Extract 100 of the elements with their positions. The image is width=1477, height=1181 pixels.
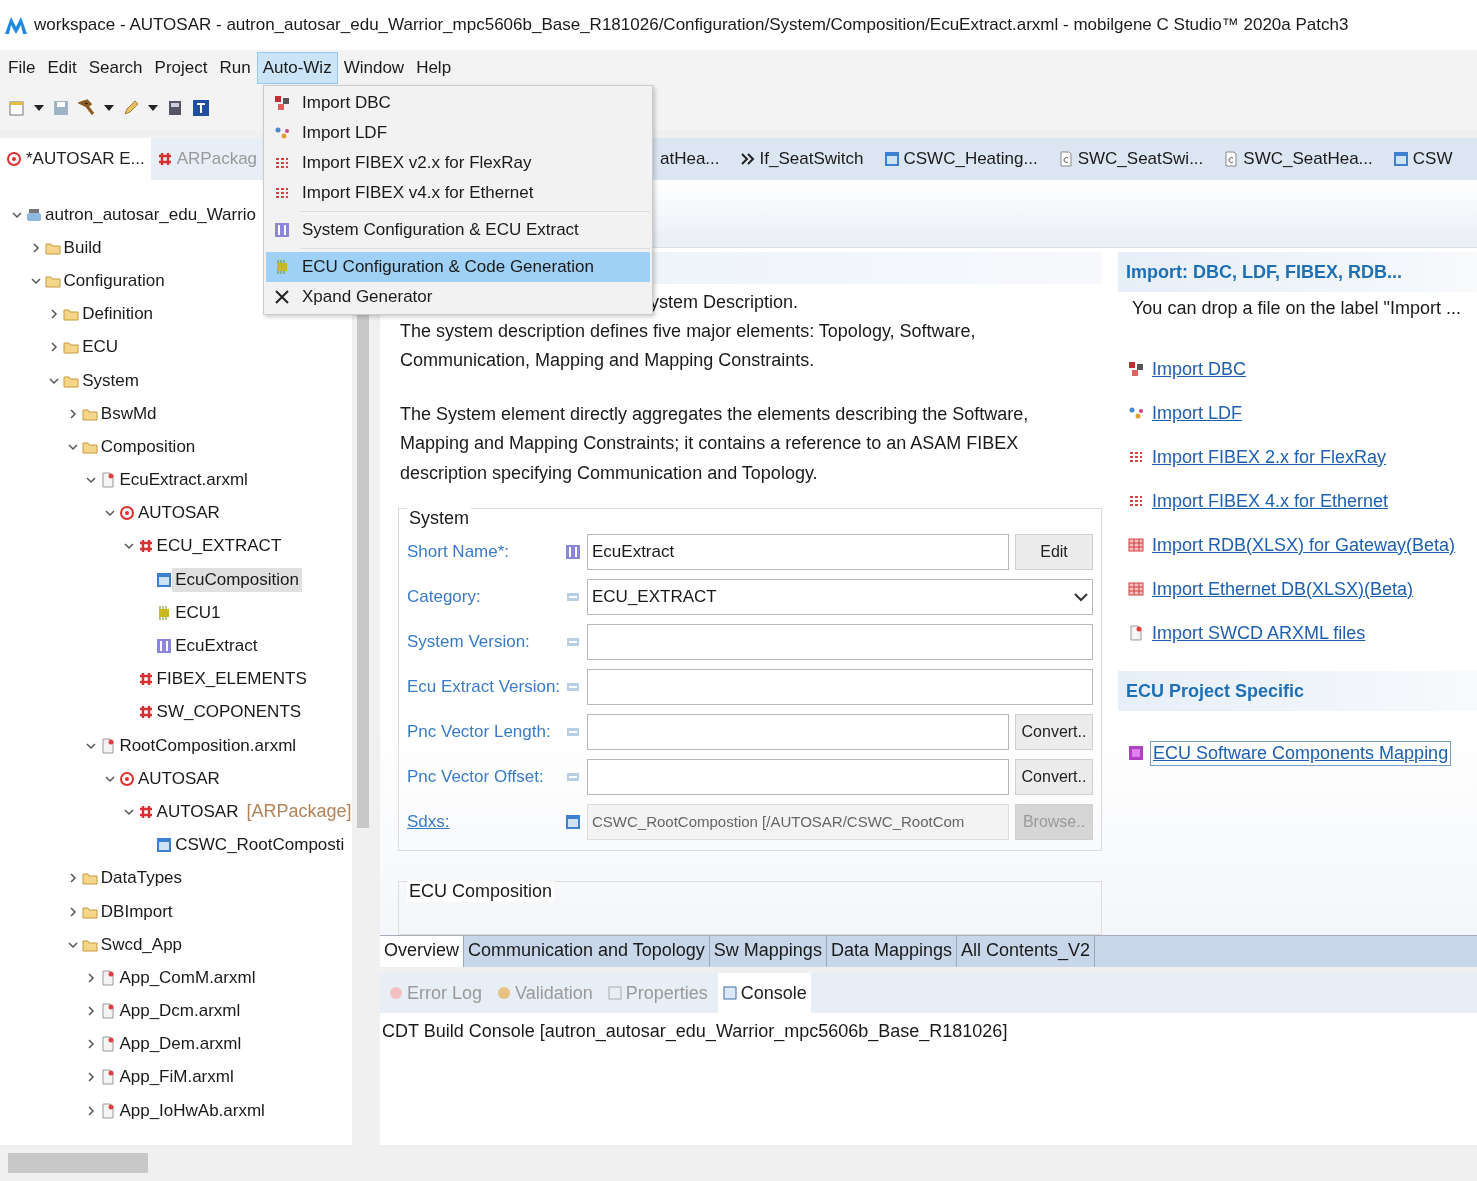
input-field[interactable] — [587, 668, 1093, 705]
tree-item[interactable]: AUTOSAR — [135, 501, 223, 526]
hammer-icon[interactable] — [78, 99, 96, 117]
import-link[interactable]: Import RDB(XLSX) for Gateway(Beta) — [1150, 533, 1458, 557]
properties-icon — [606, 985, 623, 1001]
group-title: ECU Composition — [407, 881, 555, 903]
mapping-link[interactable]: ECU Software Components Mapping — [1150, 740, 1452, 766]
folder-icon — [63, 339, 80, 356]
pencil-icon[interactable] — [122, 99, 140, 117]
terminal-icon[interactable] — [192, 99, 210, 117]
view-tab[interactable]: Console — [717, 973, 811, 1013]
tree-item[interactable]: ECU_EXTRACT — [153, 534, 285, 559]
field-link[interactable]: Sdxs: — [407, 811, 559, 832]
mapping-icon — [1128, 745, 1144, 761]
page-tab[interactable]: Communication and Topology — [464, 936, 710, 967]
table-icon — [1128, 537, 1144, 553]
tree-item[interactable]: BswMd — [97, 401, 160, 426]
tree-item[interactable]: App_ComM.arxml — [116, 965, 259, 990]
menu-item[interactable]: Project — [148, 52, 214, 84]
editor-tab[interactable]: CSWC_Heating... — [883, 149, 1038, 169]
import-link[interactable]: Import FIBEX 4.x for Ethernet — [1150, 489, 1391, 513]
menu-entry[interactable]: ECU Configuration & Code Generation — [266, 252, 650, 282]
tree-item[interactable]: App_Dcm.arxml — [116, 999, 244, 1024]
tree-item[interactable]: autron_autosar_edu_Warrio — [42, 202, 260, 227]
tree-item[interactable]: App_FiM.arxml — [116, 1065, 237, 1090]
menu-item[interactable]: Edit — [41, 52, 83, 84]
tree-item[interactable]: FIBEX_ELEMENTS — [153, 667, 310, 692]
document-icon — [100, 1036, 117, 1053]
page-tab[interactable]: All Contents_V2 — [956, 936, 1096, 967]
editor-tab[interactable]: SWC_SeatHea... — [1223, 149, 1373, 169]
tree-item[interactable]: Definition — [79, 302, 157, 327]
editor-tab[interactable]: atHea... — [660, 149, 720, 169]
system-icon — [274, 222, 290, 238]
component-icon — [1392, 151, 1409, 167]
tree-item[interactable]: System — [79, 368, 142, 393]
field-button[interactable]: Convert.. — [1015, 758, 1093, 795]
document-icon[interactable] — [166, 99, 184, 117]
tree-item[interactable]: SW_COPONENTS — [153, 700, 305, 725]
menu-entry[interactable]: Import FIBEX v2.x for FlexRay — [266, 148, 650, 178]
editor-tab[interactable]: If_SeatSwitch — [739, 149, 864, 169]
tree-item[interactable]: App_Dem.arxml — [116, 1032, 245, 1057]
caret-icon[interactable] — [104, 104, 114, 112]
menu-item[interactable]: Auto-Wiz — [256, 52, 338, 84]
tree-item[interactable]: DBImport — [97, 899, 176, 924]
tree-item[interactable]: App_IoHwAb.arxml — [116, 1098, 268, 1123]
grid-icon — [137, 704, 154, 721]
import-link[interactable]: Import FIBEX 2.x for FlexRay — [1150, 445, 1389, 469]
import-link[interactable]: Import DBC — [1150, 357, 1249, 381]
tree-item[interactable]: ECU1 — [172, 600, 224, 625]
menu-item[interactable]: Window — [337, 52, 411, 84]
menu-entry[interactable]: Import FIBEX v4.x for Ethernet — [266, 178, 650, 208]
menu-entry[interactable]: Import DBC — [266, 88, 650, 118]
tree-item[interactable]: Build — [60, 235, 105, 260]
menu-item[interactable]: File — [2, 52, 42, 84]
double-arrow-icon — [739, 151, 756, 167]
page-tab[interactable]: Data Mappings — [826, 936, 957, 967]
field-button[interactable]: Edit — [1015, 533, 1093, 570]
menu-entry[interactable]: Import LDF — [266, 118, 650, 148]
grid-icon — [137, 671, 154, 688]
category-dropdown[interactable]: ECU_EXTRACT — [587, 578, 1093, 615]
app-logo — [4, 15, 28, 35]
import-link[interactable]: Import Ethernet DB(XLSX)(Beta) — [1150, 577, 1416, 601]
tree-item[interactable]: RootComposition.arxml — [116, 733, 300, 758]
import-link[interactable]: Import LDF — [1150, 401, 1245, 425]
editor-tab[interactable]: CSW — [1392, 149, 1453, 169]
input-field[interactable]: CSWC_RootCompostion [/AUTOSAR/CSWC_RootCom — [587, 803, 1009, 840]
view-tab[interactable]: *AUTOSAR E... — [0, 138, 151, 180]
menu-item[interactable]: Search — [82, 52, 149, 84]
tree-item[interactable]: EcuExtract.arxml — [116, 468, 251, 493]
tree-item[interactable]: EcuExtract — [172, 634, 261, 659]
tree-item[interactable]: AUTOSAR — [135, 766, 223, 791]
field-label: Pnc Vector Offset: — [407, 766, 545, 787]
menu-item[interactable]: Run — [213, 52, 257, 84]
page-tab[interactable]: Overview — [380, 936, 464, 967]
tree-item[interactable]: EcuComposition — [172, 567, 302, 592]
tree-item[interactable]: Composition — [97, 434, 199, 459]
input-field[interactable]: EcuExtract — [587, 533, 1009, 570]
tree-item[interactable]: AUTOSAR — [153, 799, 242, 824]
editor-tab[interactable]: SWC_SeatSwi... — [1057, 149, 1204, 169]
caret-icon[interactable] — [34, 104, 44, 112]
page-tab[interactable]: Sw Mappings — [709, 936, 827, 967]
horizontal-scrollbar[interactable] — [0, 1145, 374, 1181]
tree-item[interactable]: CSWC_RootComposti — [172, 833, 348, 858]
menu-entry[interactable]: System Configuration & ECU Extract — [266, 215, 650, 245]
input-field[interactable] — [587, 713, 1009, 750]
tree-item[interactable]: ECU — [79, 335, 122, 360]
menu-entry[interactable]: Xpand Generator — [266, 282, 650, 312]
console-text: CDT Build Console [autron_autosar_edu_Warrior_mpc5606b_Base_R181026] — [381, 1020, 1009, 1044]
field-button[interactable]: Convert.. — [1015, 713, 1093, 750]
input-field[interactable] — [587, 758, 1009, 795]
tree-item[interactable]: DataTypes — [97, 866, 186, 891]
document-icon — [100, 1102, 117, 1119]
tree-item[interactable]: Swcd_App — [97, 932, 186, 957]
caret-icon[interactable] — [148, 104, 158, 112]
input-field[interactable] — [587, 623, 1093, 660]
hint-text: You can drop a file on the label "Import ... — [1132, 298, 1462, 319]
tree-item[interactable]: Configuration — [60, 268, 168, 293]
section-title: Import: DBC, LDF, FIBEX, RDB... — [1118, 252, 1477, 292]
menu-item[interactable]: Help — [410, 52, 458, 84]
import-link[interactable]: Import SWCD ARXML files — [1150, 621, 1368, 645]
